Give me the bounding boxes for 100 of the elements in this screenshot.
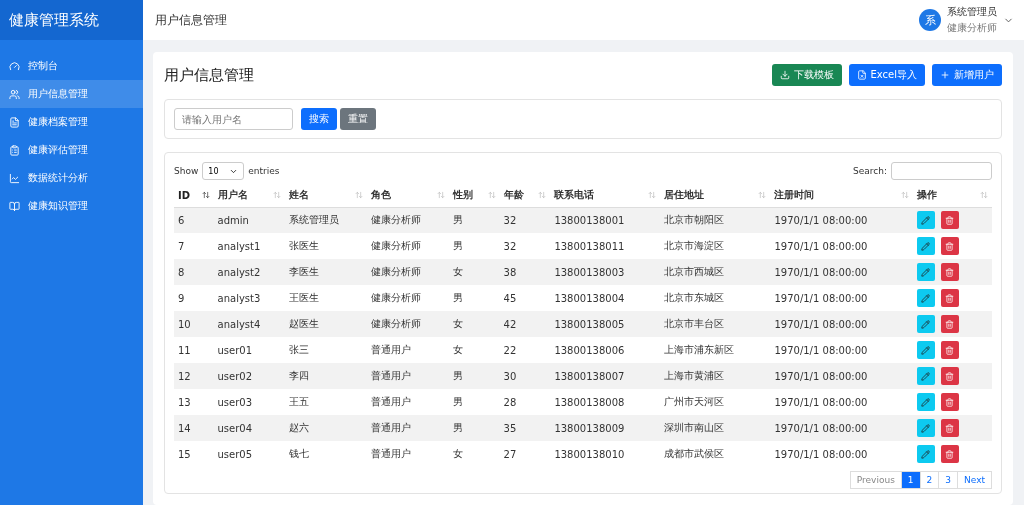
table-cell: analyst2 (213, 259, 286, 285)
table-cell: 13800138005 (550, 311, 661, 337)
edit-button[interactable] (916, 211, 935, 230)
table-cell: 13800138008 (550, 389, 661, 415)
delete-button[interactable] (940, 367, 959, 385)
table-cell: 8 (174, 259, 214, 285)
table-cell: 1970/1/1 08:00:00 (770, 415, 913, 441)
table-cell: 13800138010 (550, 441, 661, 467)
table-cell: 张医生 (285, 233, 367, 259)
edit-button[interactable] (916, 367, 935, 385)
column-header[interactable]: ID (178, 189, 191, 201)
page-title: 用户信息管理 (164, 65, 254, 85)
column-header[interactable]: 用户名 (217, 188, 248, 203)
delete-button[interactable] (940, 341, 959, 359)
table-cell: 1970/1/1 08:00:00 (770, 389, 913, 415)
sort-icon[interactable] (201, 191, 210, 200)
delete-button[interactable] (940, 263, 959, 281)
delete-button[interactable] (940, 211, 959, 230)
pencil-icon (921, 215, 931, 225)
sidebar-item[interactable]: 健康知识管理 (0, 192, 143, 220)
table-search-field[interactable] (891, 162, 992, 180)
edit-button[interactable] (916, 445, 935, 463)
table-cell: 30 (499, 363, 551, 389)
table-cell: 13800138006 (550, 337, 661, 363)
column-header[interactable]: 性别 (452, 188, 473, 203)
pencil-icon (921, 241, 931, 251)
trash-icon (945, 319, 955, 329)
pagination-button[interactable]: 1 (900, 471, 921, 489)
trash-icon (945, 423, 955, 433)
table-cell: 健康分析师 (367, 259, 449, 285)
column-header[interactable]: 居住地址 (664, 188, 705, 203)
edit-button[interactable] (916, 263, 935, 281)
delete-button[interactable] (940, 315, 959, 333)
delete-button[interactable] (940, 393, 959, 411)
table-cell: user01 (213, 337, 286, 363)
pagination-button[interactable]: 2 (919, 471, 940, 489)
table-cell: 健康分析师 (367, 311, 449, 337)
username-field[interactable]: 请输入用户名 (174, 108, 293, 130)
edit-button[interactable] (916, 419, 935, 437)
column-header[interactable]: 年龄 (503, 188, 524, 203)
table-cell: 9 (174, 285, 214, 311)
action-button[interactable]: 新增用户 (932, 64, 1002, 86)
user-role: 健康分析师 (947, 21, 997, 35)
table-cell: 张三 (285, 337, 367, 363)
table-cell: 27 (499, 441, 551, 467)
sidebar-item[interactable]: 用户信息管理 (0, 80, 143, 108)
table-cell: 普通用户 (367, 441, 449, 467)
plus-icon (940, 70, 950, 80)
table-cell: analyst4 (213, 311, 286, 337)
user-avatar[interactable]: 系 (919, 9, 941, 31)
edit-button[interactable] (916, 341, 935, 359)
table-cell: 38 (499, 259, 551, 285)
table-cell: 13800138007 (550, 363, 661, 389)
delete-button[interactable] (940, 445, 959, 463)
table-cell: 女 (448, 337, 500, 363)
action-button[interactable]: Excel导入 (848, 64, 925, 86)
show-label: Show (174, 166, 199, 176)
sidebar-item[interactable]: 数据统计分析 (0, 164, 143, 192)
table-cell: 13800138011 (550, 233, 661, 259)
table-cell: 1970/1/1 08:00:00 (770, 207, 913, 233)
table-cell: 6 (174, 207, 214, 233)
column-header[interactable]: 操作 (916, 188, 937, 203)
sidebar-item[interactable]: 健康评估管理 (0, 136, 143, 164)
pagination-button[interactable]: Previous (849, 471, 902, 489)
pencil-icon (921, 397, 931, 407)
pagination-button[interactable]: 3 (938, 471, 959, 489)
table-cell: 王五 (285, 389, 367, 415)
column-header[interactable]: 角色 (371, 188, 391, 203)
page-heading: 用户信息管理 (155, 11, 227, 29)
column-header[interactable]: 姓名 (289, 188, 310, 203)
brand-title: 健康管理系统 (0, 0, 143, 40)
action-button[interactable]: 下载模板 (771, 64, 842, 86)
edit-button[interactable] (916, 393, 935, 411)
table-cell: 北京市西城区 (660, 259, 771, 285)
table-cell: 上海市黄浦区 (660, 363, 771, 389)
sidebar-item[interactable]: 健康档案管理 (0, 108, 143, 136)
table-cell: 北京市丰台区 (660, 311, 771, 337)
table-cell: 系统管理员 (285, 207, 367, 233)
edit-button[interactable] (916, 315, 935, 333)
trash-icon (945, 345, 955, 355)
edit-button[interactable] (916, 289, 935, 307)
sidebar-item[interactable]: 控制台 (0, 52, 143, 80)
column-header[interactable]: 联系电话 (554, 188, 595, 203)
delete-button[interactable] (940, 237, 959, 255)
search-button[interactable]: 搜索 (301, 108, 337, 130)
delete-button[interactable] (940, 419, 959, 437)
pagination-button[interactable]: Next (957, 471, 992, 489)
table-cell: 12 (174, 363, 214, 389)
entries-select[interactable]: 10 (202, 162, 245, 180)
table-cell: 女 (448, 311, 500, 337)
entries-label: entries (248, 166, 280, 176)
pencil-icon (921, 371, 931, 381)
reset-button[interactable]: 重置 (340, 108, 376, 130)
delete-button[interactable] (940, 289, 959, 307)
column-header[interactable]: 注册时间 (774, 188, 815, 203)
book-icon (9, 200, 20, 212)
edit-button[interactable] (916, 237, 935, 255)
table-cell: user05 (213, 441, 286, 467)
table-cell: 1970/1/1 08:00:00 (770, 259, 913, 285)
table-cell: 男 (448, 285, 500, 311)
